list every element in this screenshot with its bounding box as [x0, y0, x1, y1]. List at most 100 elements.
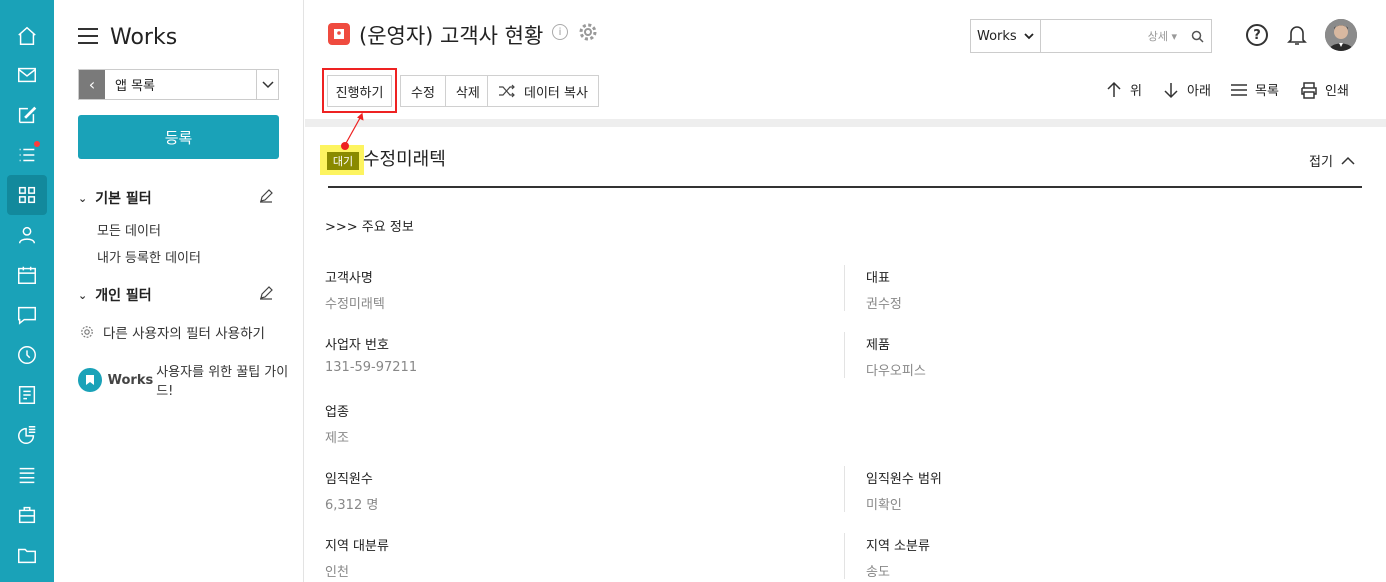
collapse-toggle[interactable]: 접기	[1309, 151, 1355, 170]
search-detail-toggle[interactable]: 상세 ▾	[1041, 28, 1183, 44]
calendar-icon[interactable]	[7, 255, 47, 295]
board-icon[interactable]	[7, 375, 47, 415]
search-scope-select[interactable]: Works	[971, 20, 1041, 52]
copy-data-label: 데이터 복사	[524, 85, 588, 101]
basic-filter-toggle[interactable]: ⌄ 기본 필터	[78, 188, 152, 208]
annotation-highlight-box	[322, 68, 397, 113]
app-title: Works	[110, 25, 178, 50]
arrow-down-icon	[1164, 82, 1178, 98]
section-divider	[328, 186, 1362, 188]
field-value-employees: 6,312 명	[325, 498, 379, 513]
filter-item-my-data[interactable]: 내가 등록한 데이터	[97, 247, 201, 266]
arrow-up-icon	[1107, 81, 1121, 97]
document-list-icon[interactable]	[7, 455, 47, 495]
copy-data-button[interactable]: 데이터 복사	[487, 75, 599, 107]
field-label-product: 제품	[866, 338, 890, 353]
status-badge: 대기	[327, 152, 359, 170]
field-value-product: 다우오피스	[866, 364, 926, 379]
field-value-employee-range: 미확인	[866, 498, 902, 513]
toolbar-edit-group: 수정 삭제	[400, 75, 491, 107]
print-label: 인쇄	[1325, 84, 1349, 99]
guide-brand: Works	[107, 372, 154, 388]
edit-pencil-icon[interactable]	[258, 285, 274, 301]
section-label: >>> 주요 정보	[325, 220, 414, 235]
search-box[interactable]: Works 상세 ▾	[970, 19, 1212, 53]
nav-rail	[0, 0, 54, 582]
field-label-customer-name: 고객사명	[325, 271, 373, 286]
field-label-region-major: 지역 대분류	[325, 539, 389, 554]
column-divider	[844, 265, 845, 311]
chevron-down-icon: ⌄	[78, 191, 88, 205]
field-value-biz-no: 131-59-97211	[325, 360, 418, 375]
page-title: (운영자) 고객사 현황	[359, 24, 544, 48]
down-button[interactable]: 아래	[1162, 80, 1211, 99]
basic-filter-label: 기본 필터	[95, 191, 152, 207]
bell-icon[interactable]	[1286, 23, 1308, 47]
edit-button[interactable]: 수정	[400, 75, 446, 107]
toolbar-copy-group: 데이터 복사	[487, 75, 599, 107]
mail-icon[interactable]	[7, 55, 47, 95]
notification-dot	[34, 141, 40, 147]
settings-gear-icon[interactable]	[578, 22, 598, 42]
briefcase-icon[interactable]	[7, 495, 47, 535]
back-chevron-icon[interactable]: ‹	[79, 70, 105, 99]
app-list-select[interactable]: ‹ 앱 목록	[78, 69, 279, 100]
column-divider	[844, 466, 845, 512]
personal-filter-label: 개인 필터	[95, 288, 152, 304]
write-icon[interactable]	[7, 95, 47, 135]
delete-button[interactable]: 삭제	[445, 75, 491, 107]
chevron-down-icon[interactable]	[256, 70, 278, 99]
list-label: 목록	[1255, 84, 1279, 99]
field-value-ceo: 권수정	[866, 297, 902, 312]
guide-link[interactable]: Works 사용자를 위한 꿀팁 가이드!	[78, 361, 303, 399]
hamburger-menu-icon[interactable]	[78, 28, 98, 44]
gear-icon	[81, 326, 93, 338]
contact-icon[interactable]	[7, 215, 47, 255]
field-label-industry: 업종	[325, 405, 349, 420]
field-value-region-major: 인천	[325, 565, 349, 580]
list-button[interactable]: 목록	[1230, 80, 1279, 99]
other-user-filter-link[interactable]: 다른 사용자의 필터 사용하기	[80, 322, 265, 342]
app-root: Works ‹ 앱 목록 등록 ⌄ 기본 필터 모든 데이터 내가 등록한 데이…	[0, 0, 1386, 582]
chevron-down-icon	[1024, 32, 1034, 39]
down-label: 아래	[1187, 84, 1211, 99]
folder-icon[interactable]	[7, 535, 47, 575]
chevron-down-icon: ⌄	[78, 288, 88, 302]
record-title: 수정미래텍	[363, 149, 446, 170]
help-icon[interactable]: ?	[1246, 24, 1268, 46]
home-icon[interactable]	[7, 16, 47, 56]
chevron-up-icon	[1341, 156, 1355, 165]
field-value-customer-name: 수정미래텍	[325, 297, 385, 312]
filter-item-all-data[interactable]: 모든 데이터	[97, 220, 161, 239]
print-button[interactable]: 인쇄	[1300, 80, 1349, 99]
edit-pencil-icon[interactable]	[258, 188, 274, 204]
up-button[interactable]: 위	[1105, 80, 1142, 99]
avatar[interactable]	[1325, 19, 1357, 51]
field-label-employee-range: 임직원수 범위	[866, 472, 942, 487]
app-badge-icon	[328, 23, 350, 45]
personal-filter-toggle[interactable]: ⌄ 개인 필터	[78, 285, 152, 305]
report-chart-icon[interactable]	[7, 415, 47, 455]
shuffle-icon	[499, 84, 515, 98]
info-icon[interactable]: i	[552, 24, 568, 40]
field-value-region-minor: 송도	[866, 565, 890, 580]
main-content: (운영자) 고객사 현황 i Works 상세 ▾ ? 진행하기 수정 삭제 데…	[305, 0, 1386, 582]
search-scope-label: Works	[977, 28, 1017, 44]
app-list-select-label: 앱 목록	[115, 79, 156, 94]
field-value-industry: 제조	[325, 431, 349, 446]
column-divider	[844, 533, 845, 579]
other-user-filter-label: 다른 사용자의 필터 사용하기	[103, 326, 265, 342]
field-label-ceo: 대표	[866, 271, 890, 286]
clock-icon[interactable]	[7, 335, 47, 375]
guide-text: 사용자를 위한 꿀팁 가이드!	[156, 365, 289, 399]
search-detail-label: 상세	[1147, 30, 1168, 43]
task-list-icon[interactable]	[7, 135, 47, 175]
search-icon[interactable]	[1183, 30, 1211, 43]
apps-grid-icon[interactable]	[7, 175, 47, 215]
collapse-label: 접기	[1309, 155, 1333, 170]
chat-icon[interactable]	[7, 295, 47, 335]
divider-bar	[305, 119, 1386, 127]
sidebar: Works ‹ 앱 목록 등록 ⌄ 기본 필터 모든 데이터 내가 등록한 데이…	[54, 0, 304, 582]
register-button[interactable]: 등록	[78, 115, 279, 159]
bookmark-icon	[78, 368, 102, 392]
